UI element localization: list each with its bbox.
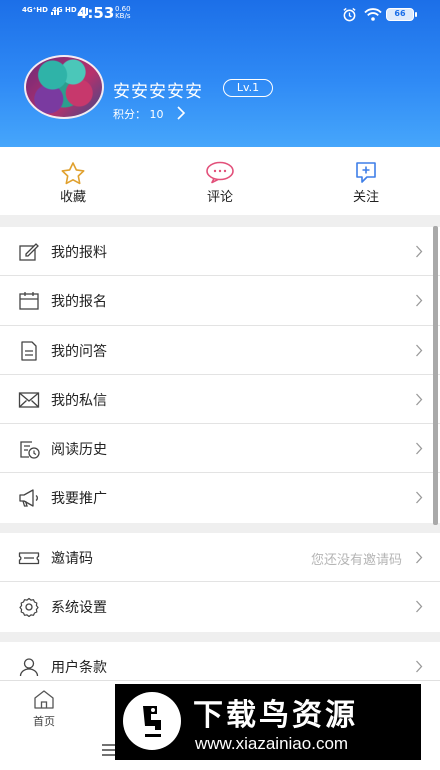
battery-icon: 66 <box>386 8 417 21</box>
menu-label: 我的报名 <box>51 294 107 311</box>
menu-label: 邀请码 <box>51 551 93 567</box>
network-type-2: 4G HD <box>52 6 77 14</box>
points-display[interactable]: 积分： 10 <box>113 106 164 122</box>
comments-button[interactable]: 评论 <box>190 161 250 205</box>
star-icon <box>61 162 85 185</box>
chevron-right-icon <box>416 344 423 357</box>
network-speed: 0.60 KB/s <box>115 5 131 20</box>
network-type-1: 4G⁺HD <box>22 6 48 14</box>
user-icon <box>19 658 39 677</box>
follow-button[interactable]: 关注 <box>336 161 396 205</box>
chevron-right-icon[interactable] <box>176 106 186 120</box>
favorites-label: 收藏 <box>59 190 86 205</box>
chevron-right-icon <box>416 551 423 564</box>
quick-actions-panel: 收藏 评论 关注 <box>0 147 440 215</box>
profile-header: 4G⁺HD 4G HD 4:53 0.60 KB/s 66 安安安安安 Lv.1… <box>0 0 440 147</box>
alarm-icon <box>343 7 356 22</box>
menu-item-my-registrations[interactable]: 我的报名 <box>0 276 440 326</box>
chevron-right-icon <box>416 294 423 307</box>
bird-logo-icon <box>123 692 181 750</box>
nav-home-label: 首页 <box>33 715 55 728</box>
follow-label: 关注 <box>352 190 379 205</box>
wifi-icon <box>364 8 382 21</box>
menu-label: 系统设置 <box>51 600 107 617</box>
ticket-icon <box>18 552 40 565</box>
menu-item-promotion[interactable]: 我要推广 <box>0 473 440 522</box>
username[interactable]: 安安安安安 <box>113 77 203 102</box>
menu-label: 我的私信 <box>51 392 107 409</box>
edit-box-icon <box>19 243 39 261</box>
history-icon <box>20 441 40 459</box>
mail-icon <box>18 392 40 408</box>
favorites-button[interactable]: 收藏 <box>43 161 103 205</box>
points-label: 积分： <box>113 108 146 121</box>
calendar-icon <box>19 292 39 310</box>
megaphone-icon <box>19 489 38 508</box>
chevron-right-icon <box>416 442 423 455</box>
avatar[interactable] <box>24 55 104 119</box>
points-value: 10 <box>149 108 164 121</box>
menu-group-activity: 我的报料 我的报名 我的问答 我的私信 阅读历史 我要推广 <box>0 227 440 523</box>
status-bar: 4G⁺HD 4G HD 4:53 0.60 KB/s 66 <box>0 0 440 28</box>
chevron-right-icon <box>416 393 423 406</box>
menu-group-settings: 邀请码 您还没有邀请码 系统设置 <box>0 533 440 632</box>
scrollbar[interactable] <box>433 226 438 525</box>
comments-label: 评论 <box>206 190 233 205</box>
menu-label: 用户条款 <box>51 660 107 676</box>
watermark-banner: 下载鸟资源 www.xiazainiao.com <box>115 684 421 760</box>
document-icon <box>21 340 37 361</box>
menu-label: 我要推广 <box>51 491 107 508</box>
menu-item-my-messages[interactable]: 我的私信 <box>0 375 440 425</box>
watermark-url: www.xiazainiao.com <box>195 734 349 753</box>
menu-label: 我的问答 <box>51 343 107 360</box>
menu-item-my-reports[interactable]: 我的报料 <box>0 227 440 277</box>
comment-icon <box>206 161 234 184</box>
chevron-right-icon <box>416 492 423 504</box>
menu-item-system-settings[interactable]: 系统设置 <box>0 582 440 631</box>
clock: 4:53 <box>77 4 115 22</box>
menu-item-reading-history[interactable]: 阅读历史 <box>0 424 440 474</box>
chevron-right-icon <box>416 245 423 258</box>
menu-label: 阅读历史 <box>51 442 107 459</box>
menu-item-invite-code[interactable]: 邀请码 您还没有邀请码 <box>0 533 440 583</box>
menu-label: 我的报料 <box>51 245 107 261</box>
watermark-brand: 下载鸟资源 <box>193 698 358 733</box>
chevron-right-icon <box>416 660 423 673</box>
follow-icon <box>356 162 376 183</box>
level-badge: Lv.1 <box>223 79 273 97</box>
nav-home-tab[interactable]: 首页 <box>26 689 62 729</box>
invite-code-hint: 您还没有邀请码 <box>310 553 402 568</box>
chevron-right-icon <box>416 600 423 613</box>
settings-icon <box>19 598 39 618</box>
home-icon <box>34 690 54 709</box>
menu-item-my-qa[interactable]: 我的问答 <box>0 326 440 375</box>
